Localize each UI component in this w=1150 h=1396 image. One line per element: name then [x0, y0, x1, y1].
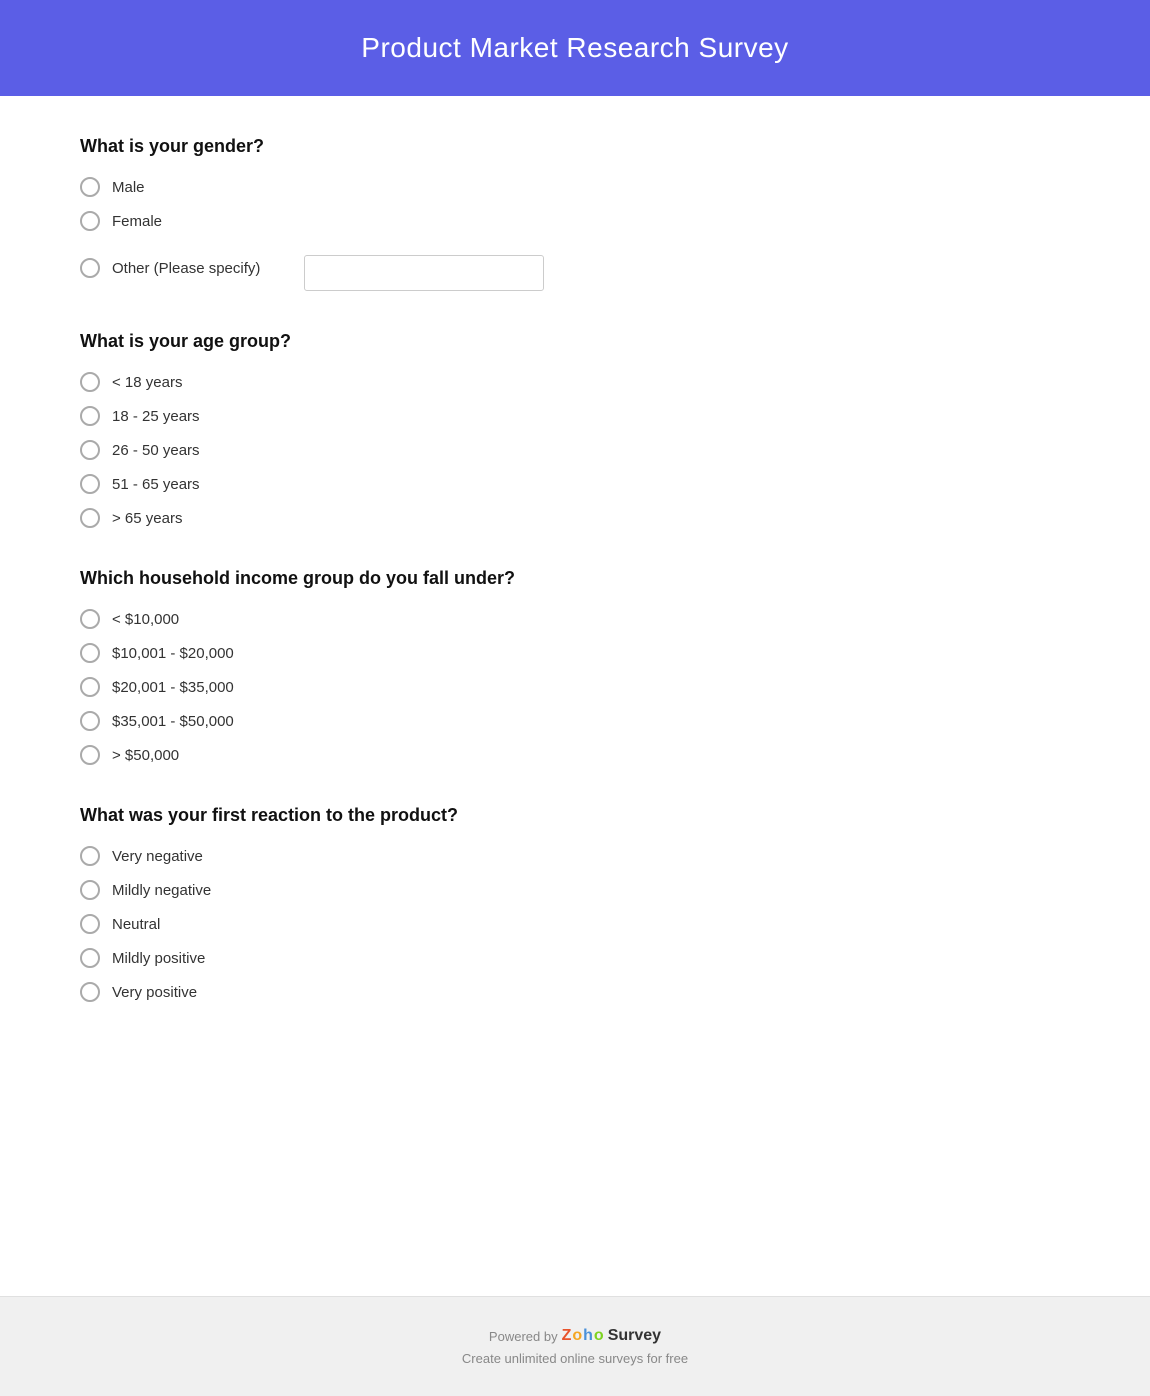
zoho-logo: Zoho — [562, 1327, 604, 1345]
gender-other-input[interactable] — [304, 255, 544, 291]
list-item: > 65 years — [80, 508, 1070, 528]
list-item: 51 - 65 years — [80, 474, 1070, 494]
question-gender: What is your gender? Male Female Other (… — [80, 136, 1070, 291]
reaction-very-positive-label: Very positive — [112, 984, 197, 1001]
list-item: Other (Please specify) — [80, 245, 1070, 291]
radio-age-under18[interactable] — [80, 372, 100, 392]
list-item: > $50,000 — [80, 745, 1070, 765]
income-10k-20k-label: $10,001 - $20,000 — [112, 645, 234, 662]
income-35k-50k-label: $35,001 - $50,000 — [112, 713, 234, 730]
list-item: Very negative — [80, 846, 1070, 866]
age-26-50-label: 26 - 50 years — [112, 442, 200, 459]
radio-age-26-50[interactable] — [80, 440, 100, 460]
zoho-o1-letter: o — [572, 1327, 582, 1345]
reaction-mildly-positive-label: Mildly positive — [112, 950, 205, 967]
radio-income-under10k[interactable] — [80, 609, 100, 629]
income-20k-35k-label: $20,001 - $35,000 — [112, 679, 234, 696]
survey-word: Survey — [608, 1327, 661, 1345]
age-options: < 18 years 18 - 25 years 26 - 50 years 5… — [80, 372, 1070, 528]
list-item: Mildly positive — [80, 948, 1070, 968]
gender-options: Male Female Other (Please specify) — [80, 177, 1070, 291]
radio-reaction-very-positive[interactable] — [80, 982, 100, 1002]
zoho-h-letter: h — [583, 1327, 593, 1345]
radio-reaction-neutral[interactable] — [80, 914, 100, 934]
radio-income-35k-50k[interactable] — [80, 711, 100, 731]
radio-age-over65[interactable] — [80, 508, 100, 528]
gender-female-label: Female — [112, 213, 162, 230]
radio-age-18-25[interactable] — [80, 406, 100, 426]
list-item: Mildly negative — [80, 880, 1070, 900]
reaction-neutral-label: Neutral — [112, 916, 160, 933]
age-51-65-label: 51 - 65 years — [112, 476, 200, 493]
list-item: Neutral — [80, 914, 1070, 934]
question-age: What is your age group? < 18 years 18 - … — [80, 331, 1070, 528]
question-gender-title: What is your gender? — [80, 136, 1070, 157]
page-header: Product Market Research Survey — [0, 0, 1150, 96]
gender-male-label: Male — [112, 179, 145, 196]
survey-form: What is your gender? Male Female Other (… — [0, 96, 1150, 1296]
reaction-mildly-negative-label: Mildly negative — [112, 882, 211, 899]
list-item: < $10,000 — [80, 609, 1070, 629]
powered-by-text: Powered by — [489, 1329, 558, 1344]
list-item: 26 - 50 years — [80, 440, 1070, 460]
radio-reaction-very-negative[interactable] — [80, 846, 100, 866]
radio-age-51-65[interactable] — [80, 474, 100, 494]
income-under10k-label: < $10,000 — [112, 611, 179, 628]
radio-income-10k-20k[interactable] — [80, 643, 100, 663]
radio-income-20k-35k[interactable] — [80, 677, 100, 697]
list-item: Very positive — [80, 982, 1070, 1002]
question-reaction: What was your first reaction to the prod… — [80, 805, 1070, 1002]
list-item: $35,001 - $50,000 — [80, 711, 1070, 731]
reaction-very-negative-label: Very negative — [112, 848, 203, 865]
radio-gender-other[interactable] — [80, 258, 100, 278]
list-item: $10,001 - $20,000 — [80, 643, 1070, 663]
question-age-title: What is your age group? — [80, 331, 1070, 352]
radio-income-over50k[interactable] — [80, 745, 100, 765]
footer-brand: Powered by Zoho Survey — [20, 1327, 1130, 1345]
gender-other-label: Other (Please specify) — [112, 260, 260, 277]
page-title: Product Market Research Survey — [20, 32, 1130, 64]
list-item: 18 - 25 years — [80, 406, 1070, 426]
zoho-z-letter: Z — [562, 1327, 572, 1345]
income-over50k-label: > $50,000 — [112, 747, 179, 764]
reaction-options: Very negative Mildly negative Neutral Mi… — [80, 846, 1070, 1002]
age-over65-label: > 65 years — [112, 510, 182, 527]
age-18-25-label: 18 - 25 years — [112, 408, 200, 425]
list-item: $20,001 - $35,000 — [80, 677, 1070, 697]
footer-tagline: Create unlimited online surveys for free — [20, 1351, 1130, 1366]
age-under18-label: < 18 years — [112, 374, 182, 391]
question-reaction-title: What was your first reaction to the prod… — [80, 805, 1070, 826]
radio-gender-female[interactable] — [80, 211, 100, 231]
question-income-title: Which household income group do you fall… — [80, 568, 1070, 589]
income-options: < $10,000 $10,001 - $20,000 $20,001 - $3… — [80, 609, 1070, 765]
zoho-o2-letter: o — [594, 1327, 604, 1345]
list-item: Male — [80, 177, 1070, 197]
radio-gender-male[interactable] — [80, 177, 100, 197]
radio-reaction-mildly-negative[interactable] — [80, 880, 100, 900]
page-footer: Powered by Zoho Survey Create unlimited … — [0, 1296, 1150, 1396]
list-item: < 18 years — [80, 372, 1070, 392]
radio-reaction-mildly-positive[interactable] — [80, 948, 100, 968]
list-item: Female — [80, 211, 1070, 231]
question-income: Which household income group do you fall… — [80, 568, 1070, 765]
